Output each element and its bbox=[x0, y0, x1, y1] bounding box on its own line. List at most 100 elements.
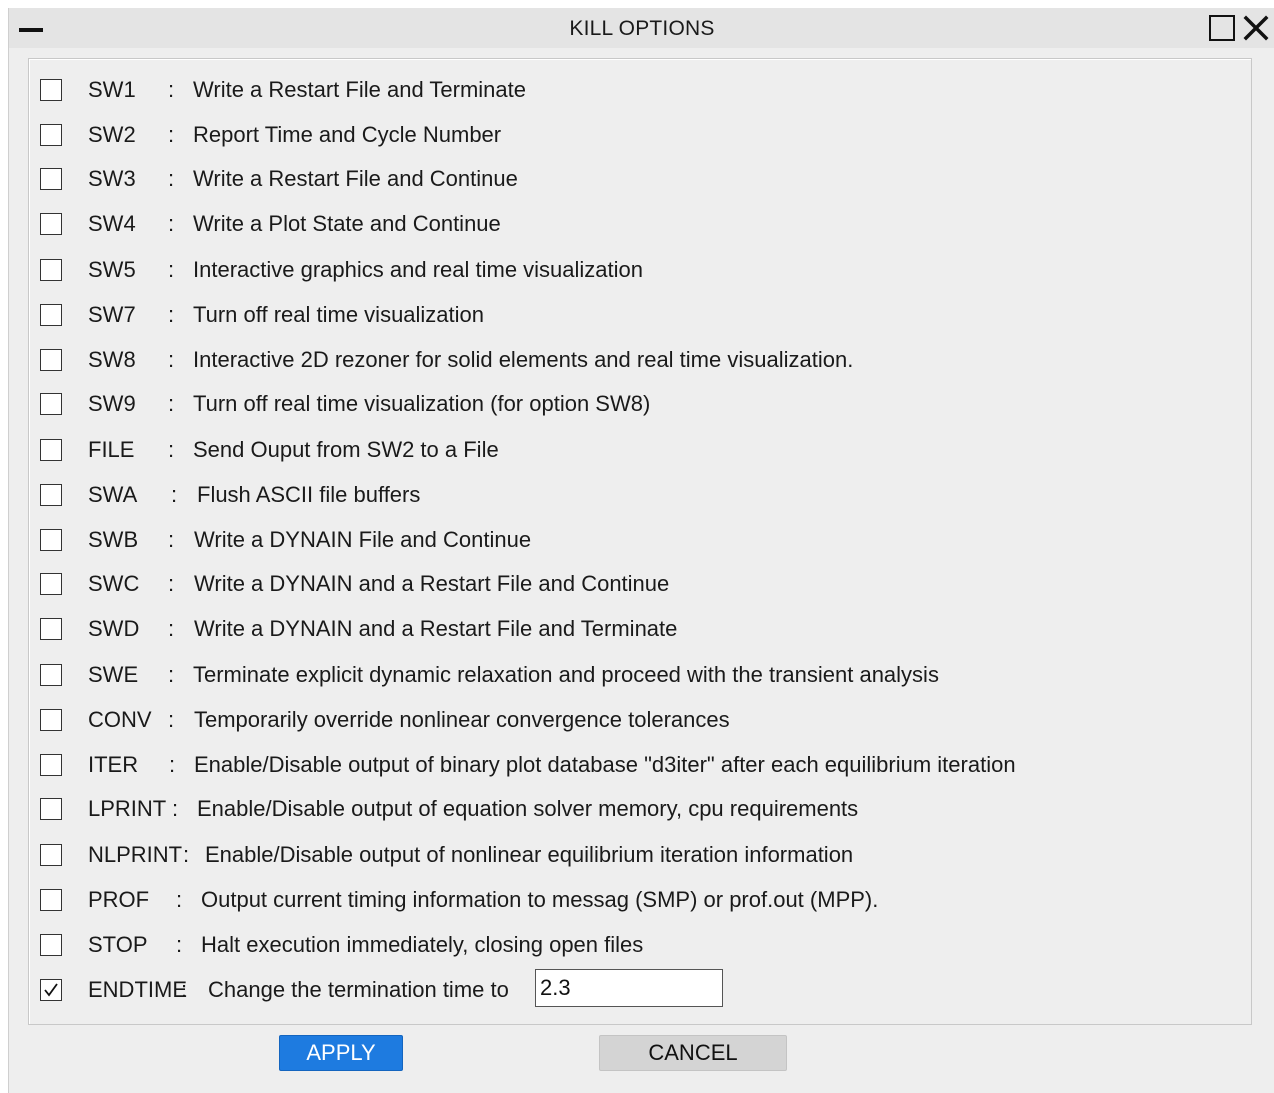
option-separator: : bbox=[168, 302, 175, 327]
option-description: Turn off real time visualization (for op… bbox=[193, 391, 651, 416]
option-separator: : bbox=[168, 122, 175, 147]
option-code: SW4 bbox=[88, 211, 136, 236]
option-code: LPRINT bbox=[88, 796, 167, 821]
option-row-swa: SWA: Flush ASCII file buffers bbox=[29, 482, 1229, 512]
option-separator: : bbox=[176, 932, 183, 957]
checkbox-conv[interactable] bbox=[40, 709, 62, 731]
option-code: SW7 bbox=[88, 302, 136, 327]
termination-time-input[interactable] bbox=[535, 969, 723, 1007]
option-row-iter: ITER: Enable/Disable output of binary plo… bbox=[29, 752, 1229, 782]
apply-button[interactable]: APPLY bbox=[279, 1035, 403, 1071]
checkbox-sw4[interactable] bbox=[40, 213, 62, 235]
option-row-sw8: SW8: Interactive 2D rezoner for solid ele… bbox=[29, 347, 1229, 377]
option-code: SW3 bbox=[88, 166, 136, 191]
checkbox-swb[interactable] bbox=[40, 529, 62, 551]
option-code: SW2 bbox=[88, 122, 136, 147]
cancel-button[interactable]: CANCEL bbox=[599, 1035, 787, 1071]
option-description: Enable/Disable output of binary plot dat… bbox=[194, 752, 1016, 777]
checkbox-sw2[interactable] bbox=[40, 124, 62, 146]
option-row-sw9: SW9: Turn off real time visualization (fo… bbox=[29, 391, 1229, 421]
checkbox-swd[interactable] bbox=[40, 618, 62, 640]
option-row-swe: SWE: Terminate explicit dynamic relaxatio… bbox=[29, 662, 1229, 692]
option-separator: : bbox=[168, 257, 175, 282]
option-row-swb: SWB: Write a DYNAIN File and Continue bbox=[29, 527, 1229, 557]
checkbox-nlprint[interactable] bbox=[40, 844, 62, 866]
option-row-swc: SWC: Write a DYNAIN and a Restart File an… bbox=[29, 571, 1229, 601]
option-row-sw5: SW5: Interactive graphics and real time v… bbox=[29, 257, 1229, 287]
option-description: Enable/Disable output of nonlinear equil… bbox=[205, 842, 854, 867]
title-bar: KILL OPTIONS bbox=[9, 8, 1274, 48]
option-description: Write a Plot State and Continue bbox=[193, 211, 501, 236]
checkbox-iter[interactable] bbox=[40, 754, 62, 776]
option-separator: : bbox=[168, 571, 175, 596]
option-description: Output current timing information to mes… bbox=[201, 887, 879, 912]
option-description: Terminate explicit dynamic relaxation an… bbox=[193, 662, 939, 687]
checkbox-sw5[interactable] bbox=[40, 259, 62, 281]
option-description: Change the termination time to bbox=[208, 977, 509, 1002]
option-description: Write a DYNAIN File and Continue bbox=[194, 527, 532, 552]
checkbox-file[interactable] bbox=[40, 439, 62, 461]
option-row-stop: STOP: Halt execution immediately, closing… bbox=[29, 932, 1229, 962]
option-code: CONV bbox=[88, 707, 152, 732]
option-separator: : bbox=[168, 211, 175, 236]
option-row-sw4: SW4: Write a Plot State and Continue bbox=[29, 211, 1229, 241]
option-description: Temporarily override nonlinear convergen… bbox=[194, 707, 730, 732]
checkbox-lprint[interactable] bbox=[40, 798, 62, 820]
option-code: FILE bbox=[88, 437, 135, 462]
option-separator: : bbox=[183, 842, 190, 867]
option-separator: : bbox=[181, 977, 188, 1002]
checkbox-sw3[interactable] bbox=[40, 168, 62, 190]
option-separator: : bbox=[168, 707, 175, 732]
option-row-prof: PROF: Output current timing information t… bbox=[29, 887, 1229, 917]
checkbox-swc[interactable] bbox=[40, 573, 62, 595]
kill-options-dialog: KILL OPTIONS SW1: Write a Restart File an… bbox=[8, 8, 1274, 1093]
checkbox-sw7[interactable] bbox=[40, 304, 62, 326]
option-row-sw7: SW7: Turn off real time visualization bbox=[29, 302, 1229, 332]
option-code: ENDTIME bbox=[88, 977, 187, 1002]
checkbox-sw8[interactable] bbox=[40, 349, 62, 371]
option-row-swd: SWD: Write a DYNAIN and a Restart File an… bbox=[29, 616, 1229, 646]
option-code: ITER bbox=[88, 752, 139, 777]
option-separator: : bbox=[172, 796, 179, 821]
dialog-title: KILL OPTIONS bbox=[569, 17, 715, 40]
option-row-sw3: SW3: Write a Restart File and Continue bbox=[29, 166, 1229, 196]
option-description: Turn off real time visualization bbox=[193, 302, 485, 327]
option-description: Interactive graphics and real time visua… bbox=[193, 257, 644, 282]
option-description: Enable/Disable output of equation solver… bbox=[197, 796, 859, 821]
option-description: Write a DYNAIN and a Restart File and Co… bbox=[194, 571, 670, 596]
option-row-file: FILE: Send Ouput from SW2 to a File bbox=[29, 437, 1229, 467]
option-separator: : bbox=[168, 391, 175, 416]
option-code: SW5 bbox=[88, 257, 136, 282]
checkbox-sw9[interactable] bbox=[40, 393, 62, 415]
checkbox-prof[interactable] bbox=[40, 889, 62, 911]
option-description: Flush ASCII file buffers bbox=[197, 482, 421, 507]
option-description: Write a Restart File and Terminate bbox=[193, 77, 526, 102]
option-code: SWA bbox=[88, 482, 138, 507]
option-description: Halt execution immediately, closing open… bbox=[201, 932, 644, 957]
option-separator: : bbox=[168, 77, 175, 102]
option-separator: : bbox=[169, 752, 176, 777]
option-row-conv: CONV: Temporarily override nonlinear conv… bbox=[29, 707, 1229, 737]
option-separator: : bbox=[168, 527, 175, 552]
checkbox-endtime[interactable] bbox=[40, 979, 62, 1001]
option-separator: : bbox=[171, 482, 178, 507]
checkbox-swa[interactable] bbox=[40, 484, 62, 506]
checkbox-swe[interactable] bbox=[40, 664, 62, 686]
option-description: Write a DYNAIN and a Restart File and Te… bbox=[194, 616, 678, 641]
option-code: SW9 bbox=[88, 391, 136, 416]
option-code: PROF bbox=[88, 887, 150, 912]
option-row-sw2: SW2: Report Time and Cycle Number bbox=[29, 122, 1229, 152]
option-row-lprint: LPRINT: Enable/Disable output of equation… bbox=[29, 796, 1229, 826]
option-row-sw1: SW1: Write a Restart File and Terminate bbox=[29, 77, 1229, 107]
option-code: SW1 bbox=[88, 77, 136, 102]
close-icon[interactable] bbox=[1243, 15, 1269, 41]
checkbox-stop[interactable] bbox=[40, 934, 62, 956]
option-code: NLPRINT bbox=[88, 842, 183, 867]
option-separator: : bbox=[168, 662, 175, 687]
option-row-nlprint: NLPRINT: Enable/Disable output of nonline… bbox=[29, 842, 1229, 872]
maximize-icon[interactable] bbox=[1209, 15, 1235, 41]
option-separator: : bbox=[168, 166, 175, 191]
option-code: SWD bbox=[88, 616, 140, 641]
option-code: STOP bbox=[88, 932, 148, 957]
checkbox-sw1[interactable] bbox=[40, 79, 62, 101]
